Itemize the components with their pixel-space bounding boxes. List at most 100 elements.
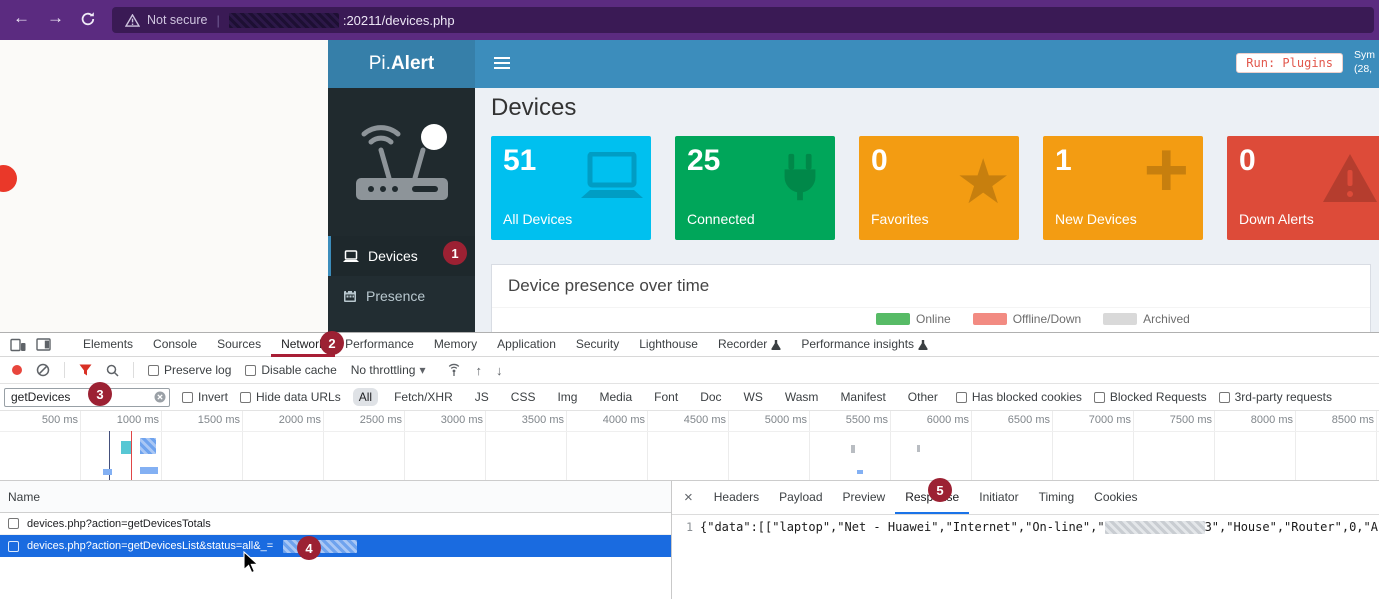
tab-preview[interactable]: Preview	[833, 481, 896, 514]
checkbox[interactable]	[182, 392, 193, 403]
tab-lighthouse[interactable]: Lighthouse	[629, 333, 708, 357]
device-toolbar-icon[interactable]	[10, 338, 26, 352]
page-title: Devices	[491, 94, 576, 122]
devtools-tabs: Elements Console Sources Network Perform…	[73, 333, 938, 357]
tab-performance-insights[interactable]: Performance insights	[791, 333, 938, 357]
tab-cookies[interactable]: Cookies	[1084, 481, 1147, 514]
filter-type-doc[interactable]: Doc	[694, 388, 727, 406]
dock-side-icon[interactable]	[36, 338, 51, 351]
filter-type-css[interactable]: CSS	[505, 388, 542, 406]
checkbox[interactable]	[240, 392, 251, 403]
card-favorites[interactable]: 0 ★ Favorites	[859, 136, 1019, 240]
timeline-tick: 6500 ms	[972, 414, 1050, 426]
back-button[interactable]: ←	[13, 8, 30, 28]
legend-online[interactable]: Online	[876, 312, 951, 326]
address-bar[interactable]: Not secure | :20211/devices.php	[112, 7, 1374, 33]
sidebar-item-presence-label: Presence	[366, 288, 425, 304]
tab-sources[interactable]: Sources	[207, 333, 271, 357]
card-connected[interactable]: 25 Connected	[675, 136, 835, 240]
filter-icon[interactable]	[79, 364, 92, 376]
tab-application[interactable]: Application	[487, 333, 566, 357]
request-name: devices.php?action=getDevicesTotals	[27, 518, 211, 530]
legend-offline[interactable]: Offline/Down	[973, 312, 1081, 326]
filter-type-manifest[interactable]: Manifest	[834, 388, 891, 406]
tab-memory[interactable]: Memory	[424, 333, 487, 357]
filter-box	[4, 388, 170, 407]
timeline-tick: 3000 ms	[405, 414, 483, 426]
preserve-log-checkbox[interactable]: Preserve log	[148, 363, 231, 377]
tab-timing[interactable]: Timing	[1029, 481, 1085, 514]
legend-swatch-offline	[973, 313, 1007, 325]
checkbox[interactable]	[1094, 392, 1105, 403]
laptop-icon	[581, 152, 643, 207]
run-plugins-button[interactable]: Run: Plugins	[1236, 53, 1343, 73]
filter-type-other[interactable]: Other	[902, 388, 944, 406]
annotation-badge-4: 4	[297, 536, 321, 560]
tab-payload[interactable]: Payload	[769, 481, 832, 514]
throttling-dropdown[interactable]: No throttling▾	[351, 363, 426, 377]
timeline-activity-bar	[140, 467, 158, 474]
checkbox[interactable]	[245, 365, 256, 376]
request-table-header[interactable]: Name	[0, 481, 671, 513]
filter-type-fetch-xhr[interactable]: Fetch/XHR	[388, 388, 459, 406]
card-label: Down Alerts	[1239, 211, 1314, 227]
filter-type-font[interactable]: Font	[648, 388, 684, 406]
hide-data-urls-checkbox[interactable]: Hide data URLs	[240, 390, 341, 404]
star-icon: ★	[955, 152, 1011, 214]
filter-type-all[interactable]: All	[353, 388, 378, 406]
card-all-devices[interactable]: 51 All Devices	[491, 136, 651, 240]
request-checkbox[interactable]	[8, 518, 19, 529]
forward-button[interactable]: →	[47, 8, 64, 28]
request-row-selected[interactable]: devices.php?action=getDevicesList&status…	[0, 535, 671, 557]
checkbox[interactable]	[1219, 392, 1230, 403]
filter-input[interactable]	[4, 388, 170, 407]
tab-performance-insights-label: Performance insights	[801, 333, 914, 356]
invert-checkbox[interactable]: Invert	[182, 390, 228, 404]
tab-headers[interactable]: Headers	[704, 481, 769, 514]
legend-label: Online	[916, 312, 951, 326]
import-har-icon[interactable]: ↑	[475, 363, 482, 378]
filter-type-ws[interactable]: WS	[738, 388, 769, 406]
filter-type-js[interactable]: JS	[469, 388, 495, 406]
blocked-requests-checkbox[interactable]: Blocked Requests	[1094, 390, 1207, 404]
hamburger-menu-icon[interactable]	[494, 57, 510, 72]
filter-type-wasm[interactable]: Wasm	[779, 388, 825, 406]
tab-elements[interactable]: Elements	[73, 333, 143, 357]
tab-security[interactable]: Security	[566, 333, 629, 357]
tab-performance[interactable]: Performance	[335, 333, 424, 357]
tab-initiator[interactable]: Initiator	[969, 481, 1028, 514]
tab-console[interactable]: Console	[143, 333, 207, 357]
app-brand[interactable]: Pi.Alert	[328, 40, 475, 88]
response-viewer[interactable]: 1 {"data":[["laptop","Net - Huawei","Int…	[672, 515, 1379, 534]
sidebar-item-presence[interactable]: Presence	[328, 276, 475, 316]
annotation-badge-1: 1	[443, 241, 467, 265]
legend-label: Offline/Down	[1013, 312, 1081, 326]
clear-filter-icon[interactable]	[154, 391, 166, 406]
network-overview-timeline[interactable]: 500 ms 1000 ms 1500 ms 2000 ms 2500 ms 3…	[0, 411, 1379, 481]
filter-type-img[interactable]: Img	[551, 388, 583, 406]
filter-type-media[interactable]: Media	[593, 388, 638, 406]
card-down-alerts[interactable]: 0 Down Alerts	[1227, 136, 1379, 240]
clear-icon[interactable]	[36, 363, 50, 377]
search-icon[interactable]	[106, 364, 119, 377]
request-checkbox[interactable]	[8, 541, 19, 552]
network-conditions-icon[interactable]	[447, 363, 461, 377]
card-new-devices[interactable]: 1 + New Devices	[1043, 136, 1203, 240]
request-row[interactable]: devices.php?action=getDevicesTotals	[0, 513, 671, 535]
legend-archived[interactable]: Archived	[1103, 312, 1190, 326]
sidebar-item-devices-label: Devices	[368, 248, 418, 264]
address-separator: |	[216, 13, 219, 28]
checkbox[interactable]	[148, 365, 159, 376]
record-button[interactable]	[12, 365, 22, 375]
third-party-requests-checkbox[interactable]: 3rd-party requests	[1219, 390, 1332, 404]
close-icon[interactable]: ×	[684, 489, 693, 506]
url-text: :20211/devices.php	[343, 13, 455, 28]
tab-recorder[interactable]: Recorder	[708, 333, 791, 357]
checkbox[interactable]	[956, 392, 967, 403]
export-har-icon[interactable]: ↓	[496, 363, 503, 378]
has-blocked-cookies-checkbox[interactable]: Has blocked cookies	[956, 390, 1082, 404]
disable-cache-checkbox[interactable]: Disable cache	[245, 363, 336, 377]
legend-swatch-online	[876, 313, 910, 325]
reload-icon[interactable]	[80, 11, 96, 32]
timeline-activity-dot	[857, 470, 863, 474]
